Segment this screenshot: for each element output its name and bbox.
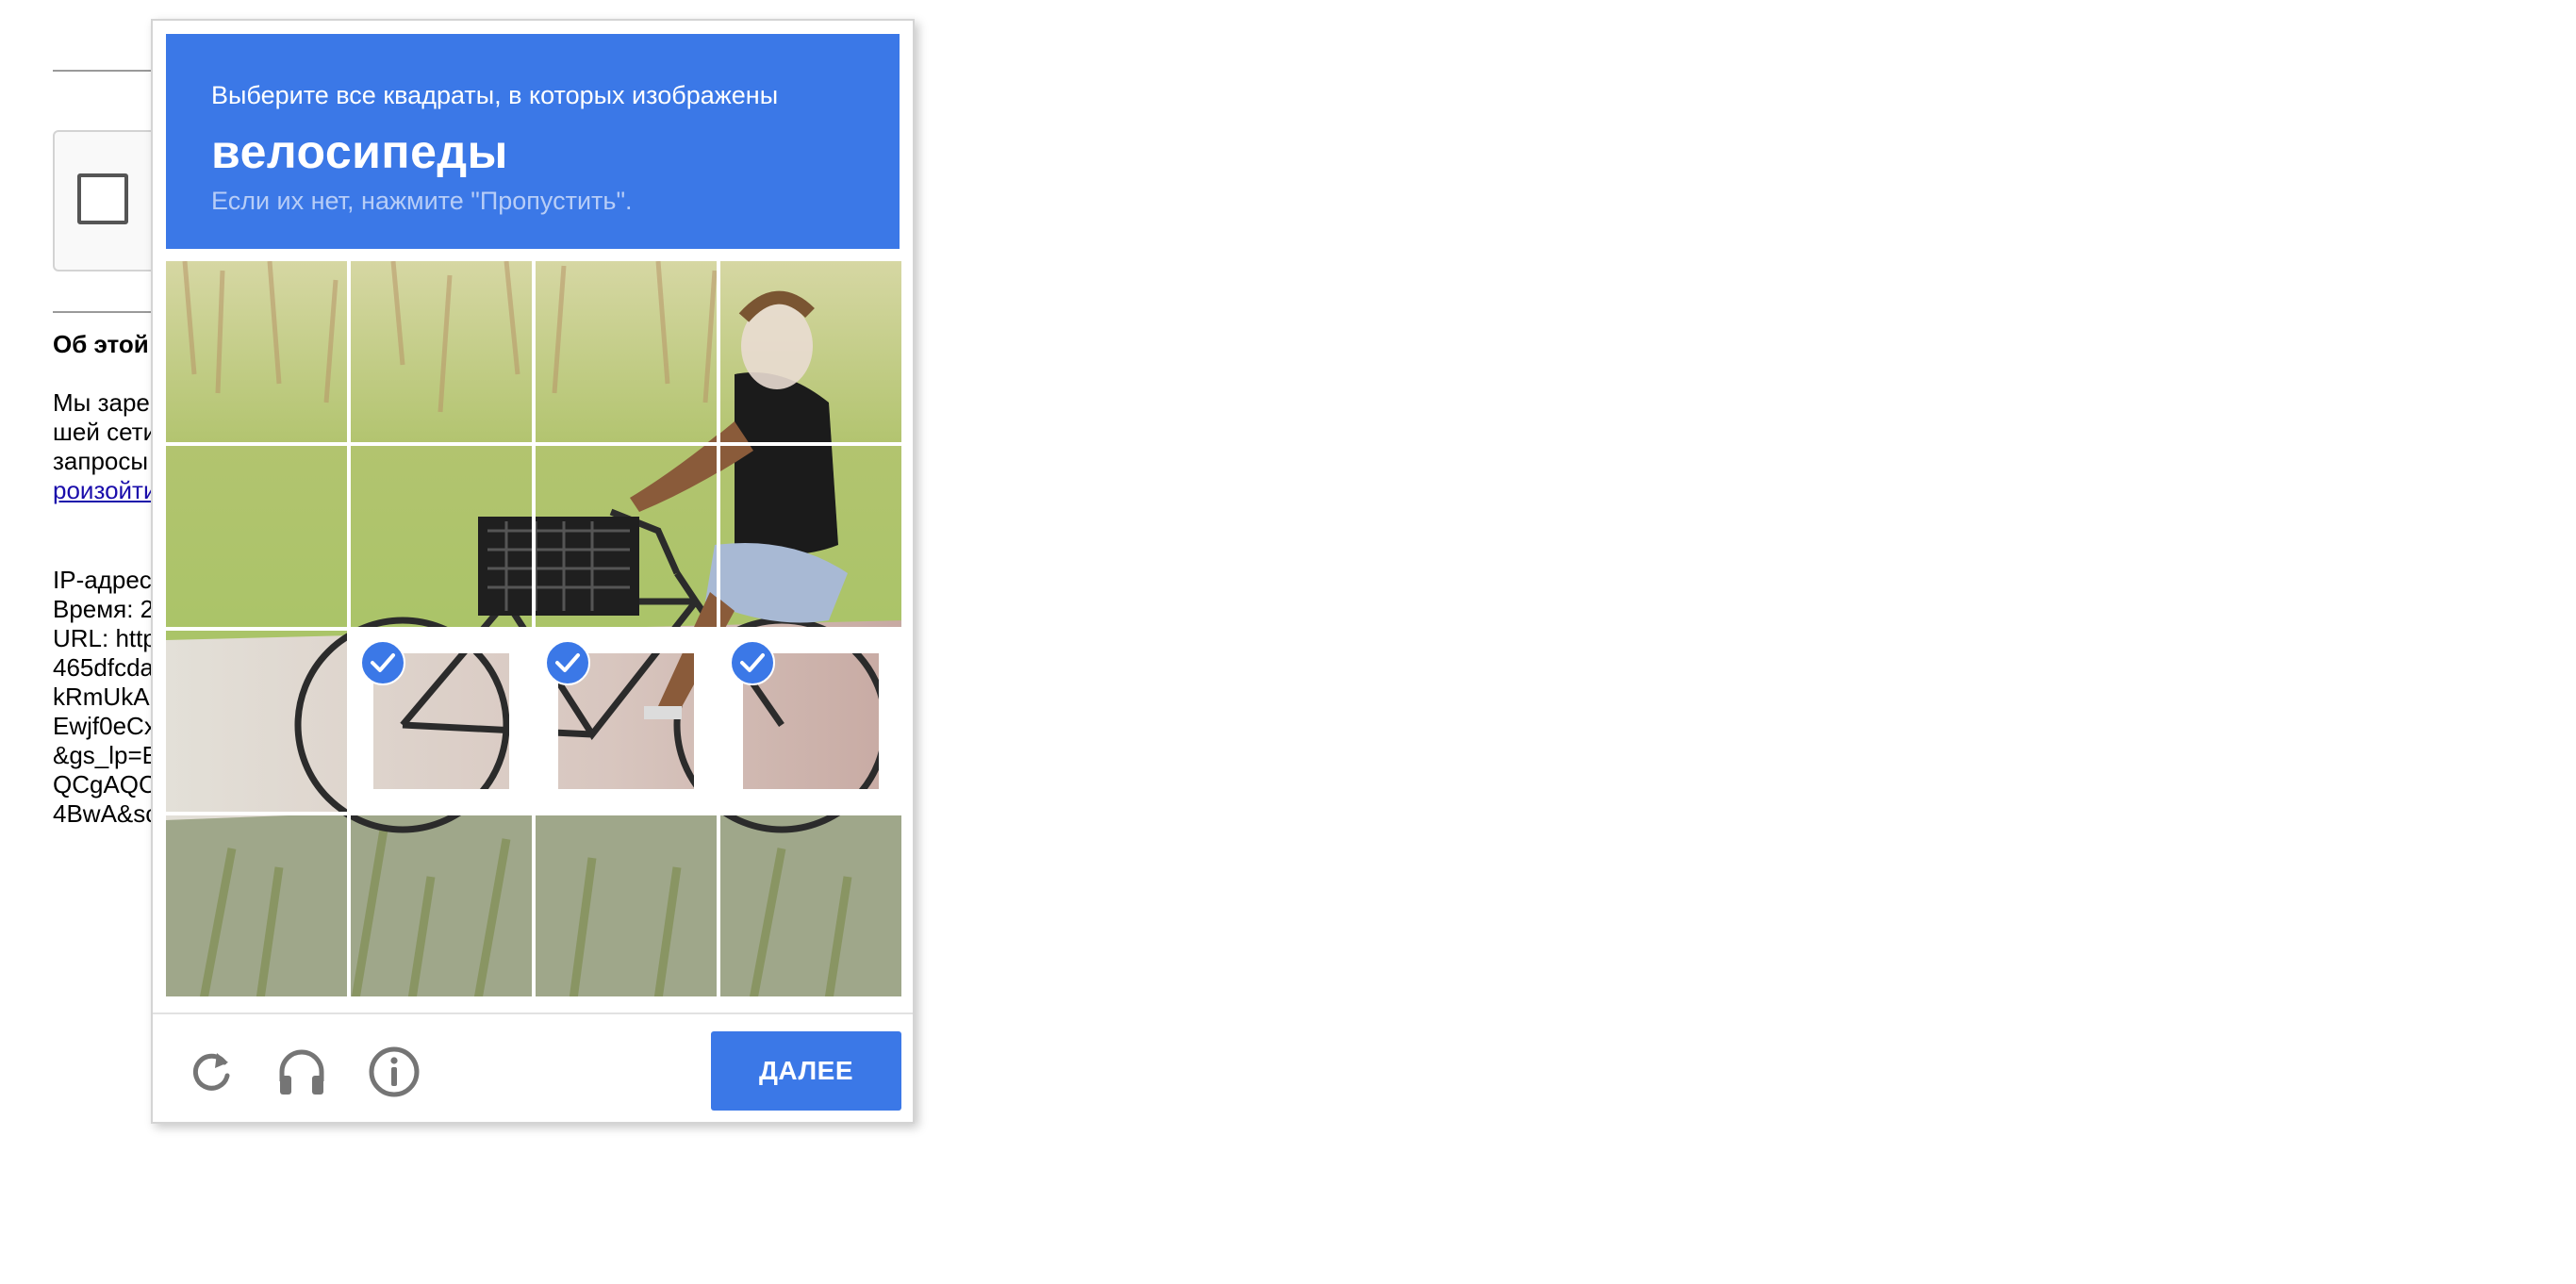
grid-tile-16[interactable]: [720, 815, 901, 996]
meta-line: 4BwA&sc: [53, 799, 158, 828]
street-photo: [536, 815, 717, 996]
tile-photo-frame: [166, 631, 347, 812]
headphones-icon[interactable]: [273, 1044, 330, 1100]
grid-tile-8[interactable]: [720, 446, 901, 627]
divider-top: [53, 70, 166, 72]
captcha-challenge-dialog: Выберите все квадраты, в которых изображ…: [151, 19, 915, 1124]
street-photo: [166, 261, 347, 442]
info-line: Мы заре: [53, 388, 150, 417]
street-photo: [351, 261, 532, 442]
grid-tile-11[interactable]: [536, 631, 717, 812]
tile-photo-frame: [536, 261, 717, 442]
street-photo: [536, 261, 717, 442]
grid-tile-14[interactable]: [351, 815, 532, 996]
tile-photo-frame: [351, 815, 532, 996]
checkmark-icon: [730, 640, 775, 685]
tile-photo-frame: [166, 261, 347, 442]
grid-tile-10[interactable]: [351, 631, 532, 812]
tile-photo-frame: [351, 261, 532, 442]
grid-tile-15[interactable]: [536, 815, 717, 996]
grid-tile-12[interactable]: [720, 631, 901, 812]
tile-photo-frame: [720, 446, 901, 627]
checkmark-icon: [360, 640, 405, 685]
street-photo: [720, 261, 901, 442]
street-photo: [351, 815, 532, 996]
info-paragraph: Мы заре шей сети запросы: [53, 388, 157, 476]
street-photo: [166, 446, 347, 627]
info-line: шей сети: [53, 418, 157, 446]
tile-photo-frame: [351, 446, 532, 627]
divider-middle: [53, 311, 166, 313]
info-icon[interactable]: [366, 1044, 422, 1100]
grid-tile-1[interactable]: [166, 261, 347, 442]
meta-line: Ewjf0eCx: [53, 712, 157, 740]
meta-line: &gs_lp=E: [53, 741, 159, 769]
street-photo: [720, 446, 901, 627]
tile-photo-frame: [166, 446, 347, 627]
tile-photo-frame: [536, 446, 717, 627]
challenge-hint: Если их нет, нажмите "Пропустить".: [211, 187, 633, 215]
meta-line: 465dfcda: [53, 653, 154, 682]
grid-tile-5[interactable]: [166, 446, 347, 627]
street-photo: [536, 446, 717, 627]
grid-tile-13[interactable]: [166, 815, 347, 996]
tile-photo-frame: [720, 815, 901, 996]
meta-line: kRmUkA: [53, 683, 150, 711]
street-photo: [166, 815, 347, 996]
tile-photo-frame: [720, 261, 901, 442]
challenge-prompt: Выберите все квадраты, в которых изображ…: [211, 81, 779, 109]
recaptcha-checkbox[interactable]: [77, 173, 128, 224]
info-line: запросы: [53, 447, 149, 475]
challenge-header: Выберите все квадраты, в которых изображ…: [166, 34, 900, 249]
grid-tile-9[interactable]: [166, 631, 347, 812]
info-link[interactable]: роизойти: [53, 476, 157, 505]
meta-line: URL: http: [53, 624, 157, 652]
tile-photo-frame: [166, 815, 347, 996]
grid-tile-2[interactable]: [351, 261, 532, 442]
street-photo: [166, 631, 347, 812]
challenge-target: велосипеды: [211, 125, 508, 178]
next-button[interactable]: ДАЛЕЕ: [711, 1031, 901, 1111]
meta-line: IP-адрес: [53, 566, 152, 594]
meta-line: QCgAQC: [53, 770, 157, 798]
reload-icon[interactable]: [183, 1044, 239, 1100]
grid-tile-3[interactable]: [536, 261, 717, 442]
grid-tile-4[interactable]: [720, 261, 901, 442]
request-meta: IP-адрес Время: 2 URL: http 465dfcda kRm…: [53, 566, 158, 829]
grid-tile-7[interactable]: [536, 446, 717, 627]
street-photo: [720, 815, 901, 996]
meta-line: Время: 2: [53, 595, 155, 623]
checkmark-icon: [545, 640, 590, 685]
footer-divider: [153, 1012, 913, 1014]
tile-photo-frame: [536, 815, 717, 996]
street-photo: [351, 446, 532, 627]
grid-tile-6[interactable]: [351, 446, 532, 627]
image-grid: [166, 261, 901, 996]
about-heading: Об этой: [53, 330, 149, 358]
